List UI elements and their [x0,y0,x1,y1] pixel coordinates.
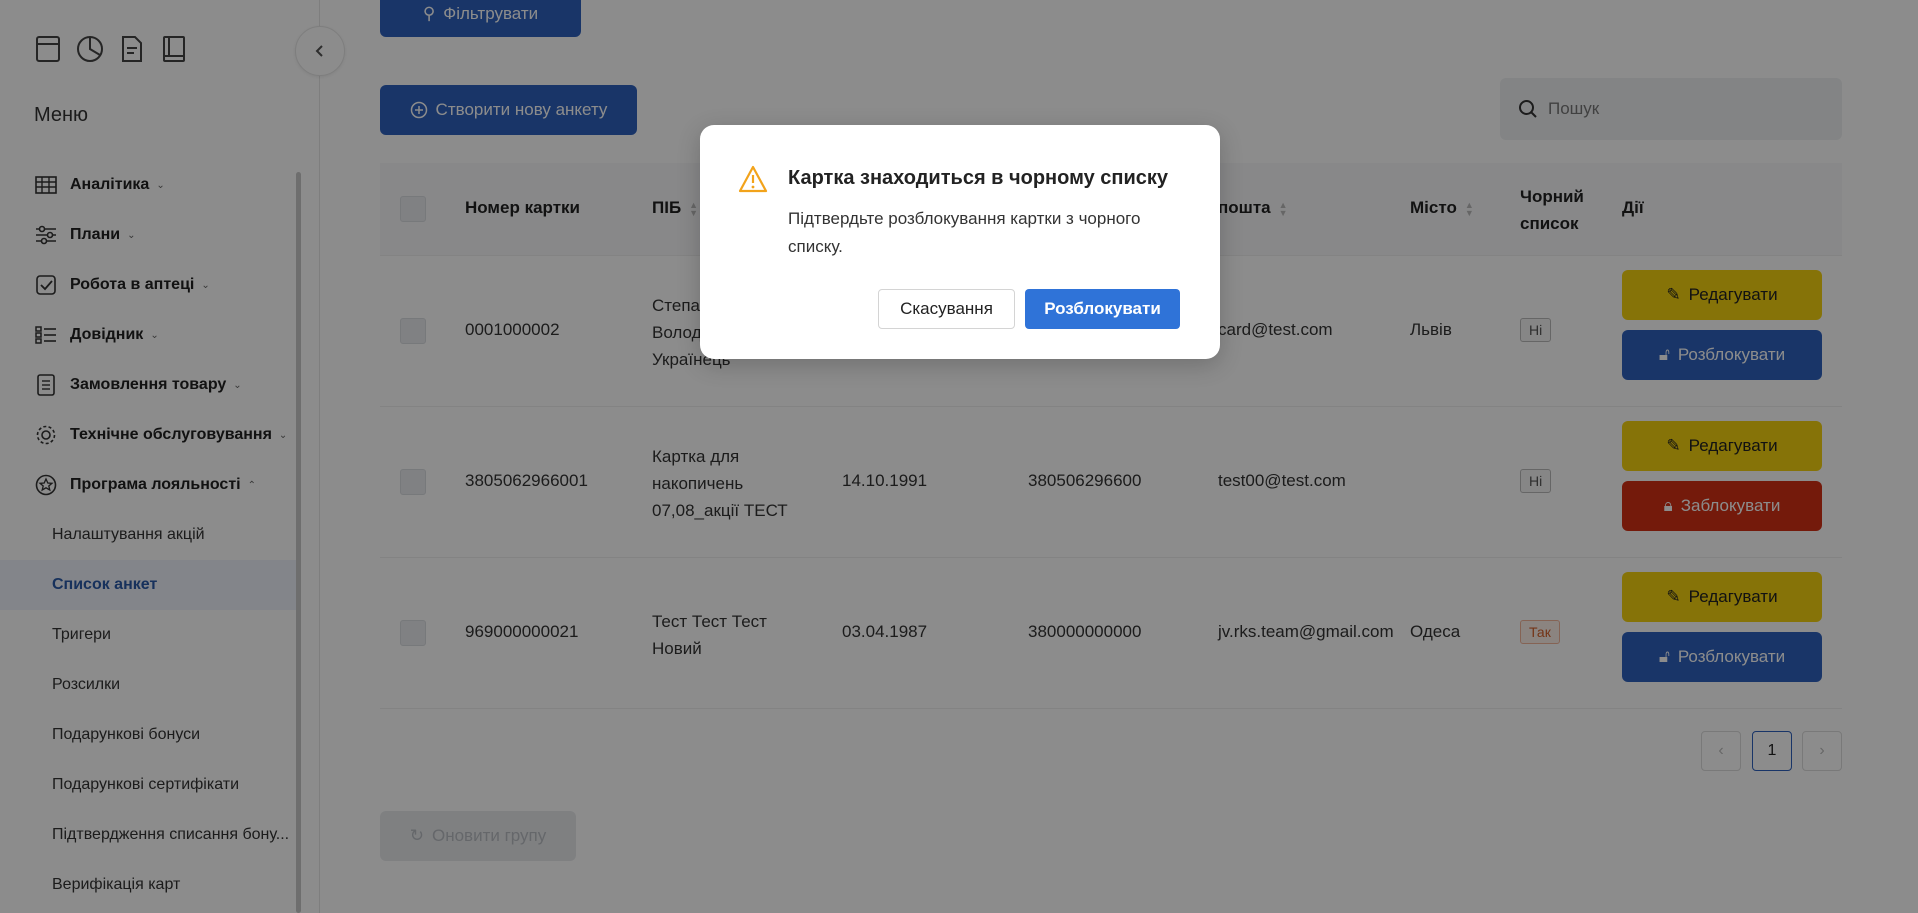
dialog-title: Картка знаходиться в чорному списку [788,167,1169,189]
dialog-message: Підтвердьте розблокування картки з чорно… [788,209,1141,256]
warning-triangle-icon [738,165,768,193]
cancel-button[interactable]: Скасування [878,289,1015,329]
blacklist-confirm-dialog: Картка знаходиться в чорному списку Підт… [700,125,1220,359]
confirm-unblock-button[interactable]: Розблокувати [1025,289,1180,329]
